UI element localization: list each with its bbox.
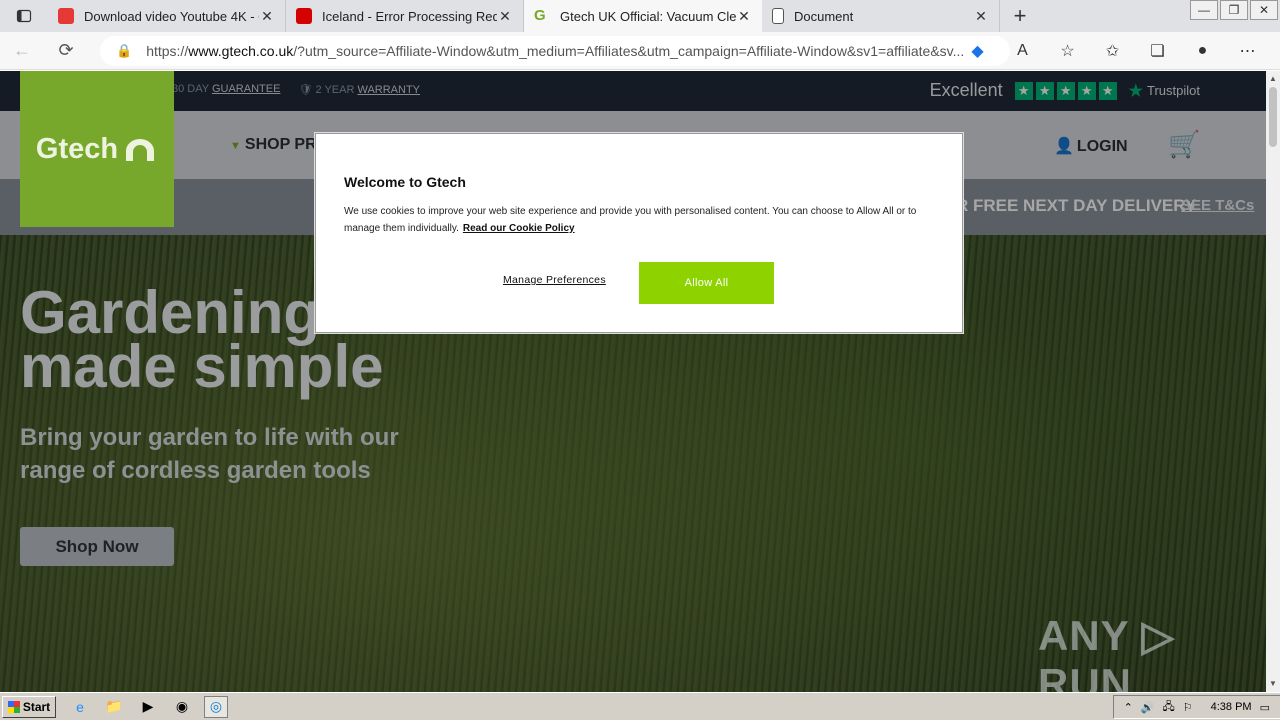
shop-now-button[interactable]: Shop Now	[20, 527, 174, 566]
close-icon[interactable]: ✕	[497, 8, 513, 25]
download-icon	[58, 8, 74, 24]
network-icon[interactable]: 🖧	[1162, 698, 1174, 717]
maximize-icon[interactable]: ❐	[1220, 0, 1248, 20]
media-player-icon[interactable]: ▶	[136, 696, 160, 718]
tab-title: Document	[794, 8, 854, 24]
read-aloud-icon[interactable]: A	[1000, 42, 1045, 60]
tab-title: Gtech UK Official: Vacuum Clean	[560, 8, 736, 24]
iceland-icon	[296, 8, 312, 24]
volume-icon[interactable]: 🔊	[1141, 701, 1155, 714]
browser-toolbar: ◆ A ☆ ✩ ❏ ● ⋯	[955, 32, 1270, 70]
close-icon[interactable]: ✕	[259, 8, 275, 25]
tab-gtech[interactable]: G Gtech UK Official: Vacuum Clean ✕	[524, 0, 762, 32]
windows-taskbar: Start e 📁 ▶ ◉ ◎ ⌃ 🔊 🖧 ⚐ 4:38 PM ▭	[0, 692, 1280, 720]
back-icon[interactable]: ←	[0, 32, 44, 70]
close-window-icon[interactable]: ✕	[1250, 0, 1278, 20]
quick-launch: e 📁 ▶ ◉ ◎	[68, 695, 228, 718]
logo-arch-icon	[126, 139, 155, 161]
cookie-body-text: We use cookies to improve your web site …	[344, 206, 917, 234]
internet-explorer-icon[interactable]: e	[68, 696, 92, 718]
minimize-icon[interactable]: —	[1190, 0, 1218, 20]
tab-document[interactable]: Document ✕	[762, 0, 1000, 32]
flag-icon[interactable]: ⚐	[1183, 701, 1193, 714]
start-button[interactable]: Start	[2, 695, 56, 718]
tag-icon[interactable]: ◆	[955, 41, 1000, 61]
show-desktop-icon[interactable]: ▭	[1260, 701, 1270, 714]
scroll-down-icon[interactable]: ▼	[1266, 676, 1280, 692]
close-icon[interactable]: ✕	[736, 8, 752, 25]
vertical-scrollbar[interactable]: ▲ ▼	[1266, 71, 1280, 692]
gtech-logo[interactable]: Gtech	[20, 71, 174, 227]
logo-text: Gtech	[35, 132, 119, 165]
tab-title: Iceland - Error Processing Reque	[322, 8, 497, 24]
start-label: Start	[22, 699, 51, 714]
system-tray: ⌃ 🔊 🖧 ⚐ 4:38 PM ▭	[1112, 695, 1280, 719]
gtech-g-icon: G	[534, 7, 546, 24]
scrollbar-thumb[interactable]	[1269, 87, 1277, 147]
refresh-icon[interactable]: ⟳	[44, 32, 88, 70]
windows-logo-icon	[7, 700, 20, 713]
hero-subtitle: Bring your garden to life with our range…	[20, 424, 399, 484]
url-field[interactable]: 🔒 https://www.gtech.co.uk/?utm_source=Af…	[100, 36, 1010, 66]
lock-icon: 🔒	[116, 43, 133, 58]
add-favorite-icon[interactable]: ☆	[1045, 41, 1090, 61]
more-icon[interactable]: ⋯	[1225, 41, 1270, 61]
url-scheme: https://	[146, 43, 189, 59]
edge-icon[interactable]: ◎	[204, 695, 228, 718]
collections-icon[interactable]: ❏	[1135, 41, 1180, 61]
window-controls: — ❐ ✕	[1190, 0, 1280, 32]
tab-youtube-download[interactable]: Download video Youtube 4K - On ✕	[48, 0, 286, 32]
address-bar: ← ⟳ 🔒 https://www.gtech.co.uk/?utm_sourc…	[0, 32, 1280, 70]
anyrun-watermark: ANY ▷ RUN	[1038, 612, 1175, 692]
new-tab-icon[interactable]: +	[1000, 0, 1040, 32]
favorites-icon[interactable]: ✩	[1090, 41, 1135, 61]
tab-actions-icon[interactable]	[0, 0, 48, 32]
cookie-policy-link[interactable]: Read our Cookie Policy	[463, 223, 575, 234]
file-explorer-icon[interactable]: 📁	[102, 696, 126, 718]
cookie-consent-dialog: Welcome to Gtech We use cookies to impro…	[315, 133, 963, 333]
close-icon[interactable]: ✕	[973, 8, 989, 25]
url-domain: www.gtech.co.uk	[188, 43, 294, 59]
profile-icon[interactable]: ●	[1180, 42, 1225, 60]
cookie-dialog-title: Welcome to Gtech	[344, 174, 466, 190]
tab-title: Download video Youtube 4K - On	[84, 8, 259, 24]
document-icon	[772, 8, 784, 24]
hero-title-line2: made simple	[20, 333, 384, 400]
clock[interactable]: 4:38 PM	[1211, 701, 1252, 713]
tab-bar: Download video Youtube 4K - On ✕ Iceland…	[0, 0, 1280, 32]
allow-all-button[interactable]: Allow All	[639, 262, 774, 304]
cookie-dialog-body: We use cookies to improve your web site …	[344, 203, 944, 237]
tray-expand-icon[interactable]: ⌃	[1124, 701, 1133, 714]
manage-preferences-link[interactable]: Manage Preferences	[503, 274, 606, 286]
chrome-icon[interactable]: ◉	[170, 696, 194, 718]
url-path: /?utm_source=Affiliate-Window&utm_medium…	[293, 43, 965, 59]
scroll-up-icon[interactable]: ▲	[1266, 71, 1280, 87]
tab-iceland[interactable]: Iceland - Error Processing Reque ✕	[286, 0, 524, 32]
